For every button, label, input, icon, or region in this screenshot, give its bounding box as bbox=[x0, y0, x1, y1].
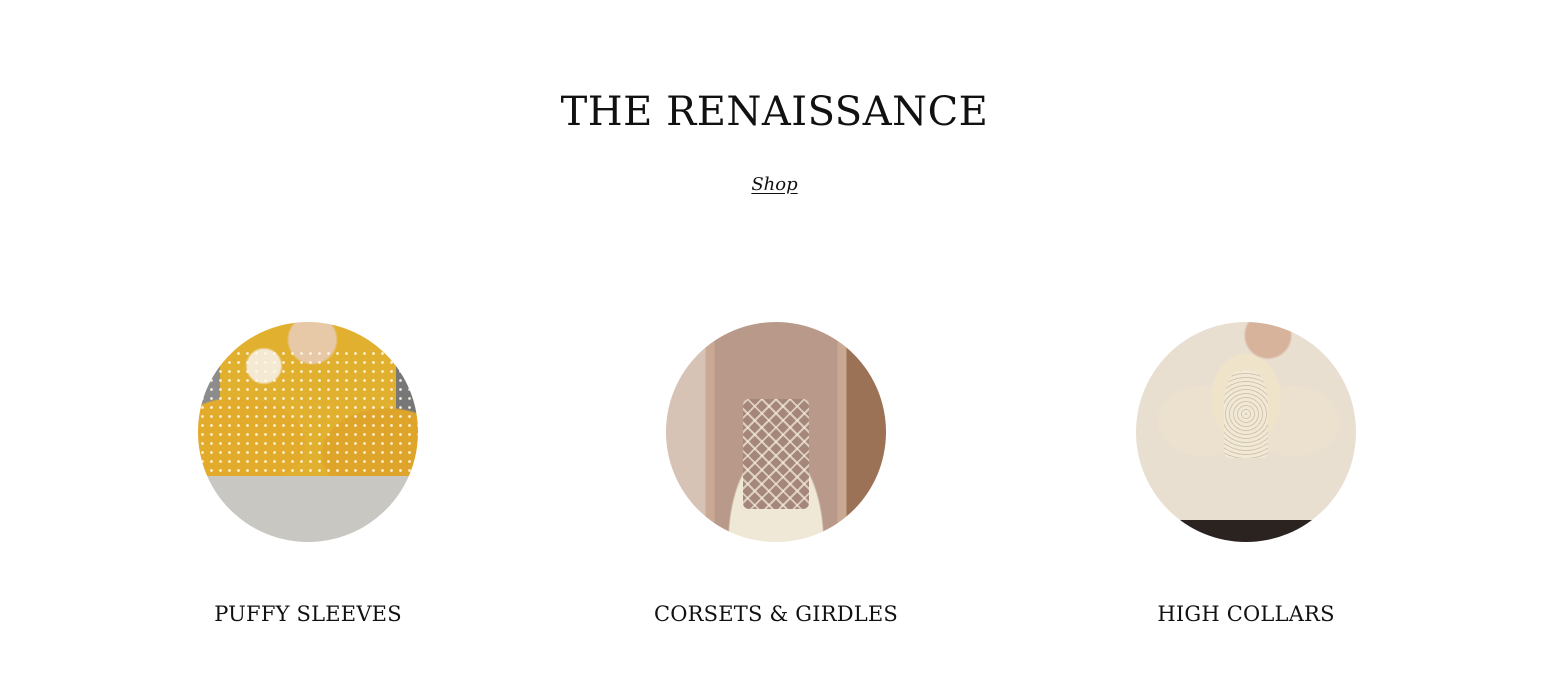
category-card-puffy-sleeves[interactable]: PUFFY SLEEVES bbox=[98, 322, 518, 628]
category-label[interactable]: PUFFY SLEEVES bbox=[98, 600, 518, 628]
shop-link[interactable]: Shop bbox=[751, 174, 797, 195]
category-card-corsets-girdles[interactable]: CORSETS & GIRDLES bbox=[566, 322, 986, 628]
puffy-sleeves-image[interactable] bbox=[198, 322, 418, 542]
corsets-girdles-image[interactable] bbox=[666, 322, 886, 542]
category-label[interactable]: HIGH COLLARS bbox=[1036, 600, 1456, 628]
category-label[interactable]: CORSETS & GIRDLES bbox=[566, 600, 986, 628]
high-collars-image[interactable] bbox=[1136, 322, 1356, 542]
page-title: THE RENAISSANCE bbox=[560, 89, 989, 135]
category-card-high-collars[interactable]: HIGH COLLARS bbox=[1036, 322, 1456, 628]
shop-link-container: Shop bbox=[0, 172, 1549, 198]
